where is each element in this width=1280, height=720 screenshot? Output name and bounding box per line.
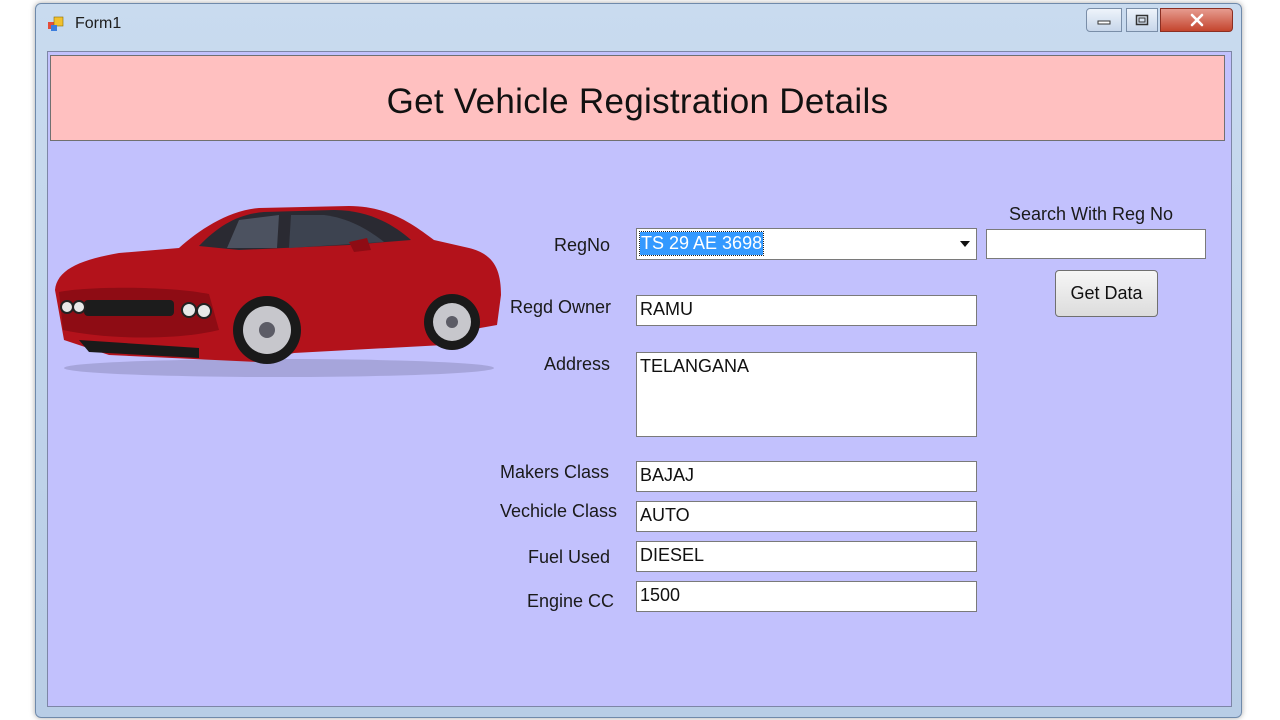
makers-class-label: Makers Class <box>500 462 610 482</box>
owner-label: Regd Owner <box>510 297 612 317</box>
close-icon <box>1190 13 1203 27</box>
regno-label: RegNo <box>554 235 611 255</box>
form-app-icon <box>48 16 64 31</box>
maximize-button[interactable] <box>1126 8 1158 32</box>
title-bar[interactable]: Form1 <box>36 4 1241 46</box>
search-input[interactable] <box>986 229 1206 259</box>
get-data-button[interactable]: Get Data <box>1055 270 1158 317</box>
minimize-button[interactable] <box>1086 8 1122 32</box>
engine-cc-field[interactable]: 1500 <box>636 581 977 612</box>
header-banner: Get Vehicle Registration Details <box>50 55 1225 141</box>
search-label: Search With Reg No <box>1009 204 1174 224</box>
makers-class-field[interactable]: BAJAJ <box>636 461 977 492</box>
regno-selected-value: TS 29 AE 3698 <box>638 231 765 256</box>
form-client-area: Get Vehicle Registration Details RegNo T… <box>47 51 1232 707</box>
vehicle-class-label: Vechicle Class <box>500 501 618 521</box>
address-field[interactable]: TELANGANA <box>636 352 977 437</box>
fuel-used-field[interactable]: DIESEL <box>636 541 977 572</box>
owner-field[interactable]: RAMU <box>636 295 977 326</box>
car-image <box>55 206 501 377</box>
page-title: Get Vehicle Registration Details <box>386 82 889 121</box>
window-title: Form1 <box>75 15 122 32</box>
address-label: Address <box>544 354 611 374</box>
maximize-icon <box>1135 14 1149 26</box>
app-window: Form1 Get Vehicle Registration Details R… <box>35 3 1242 718</box>
fuel-used-label: Fuel Used <box>528 547 611 567</box>
engine-cc-label: Engine CC <box>527 591 615 611</box>
minimize-icon <box>1097 20 1111 25</box>
chevron-down-icon[interactable] <box>960 241 970 247</box>
vehicle-class-field[interactable]: AUTO <box>636 501 977 532</box>
close-button[interactable] <box>1160 8 1233 32</box>
regno-combobox[interactable]: TS 29 AE 3698 <box>636 228 977 260</box>
